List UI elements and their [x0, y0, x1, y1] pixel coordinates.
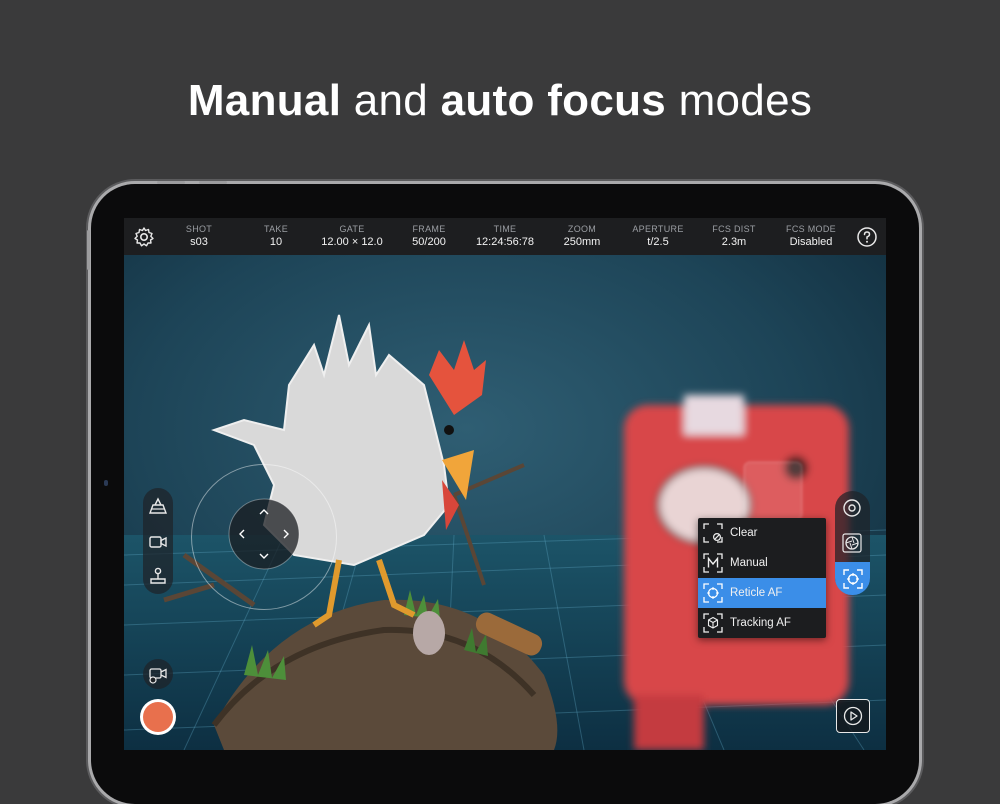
focus-mode-menu: Clear Manual Reticle AF Tracking AF	[698, 518, 826, 638]
tracking-af-icon	[703, 613, 723, 633]
stat-take: TAKE 10	[238, 224, 314, 249]
stat-shot-label: SHOT	[185, 224, 213, 234]
stat-focus-distance: FCS DIST 2.3m	[696, 224, 772, 249]
focus-reticle-icon	[842, 568, 863, 589]
menu-item-tracking-af[interactable]: Tracking AF	[698, 608, 826, 638]
camera-settings-icon	[149, 668, 167, 684]
gear-icon[interactable]	[132, 225, 156, 249]
stat-zoom-label: ZOOM	[567, 224, 597, 234]
play-icon	[843, 706, 863, 726]
power-button	[87, 230, 90, 270]
stat-shot: SHOT s03	[161, 224, 237, 249]
stat-time: TIME 12:24:56:78	[467, 224, 543, 249]
record-button-fill	[143, 702, 173, 732]
aperture-icon	[842, 533, 862, 553]
reticle-af-icon	[703, 583, 723, 603]
stat-focus-mode: FCS MODE Disabled	[773, 224, 849, 249]
joystick-button[interactable]	[144, 562, 172, 590]
stat-aperture-value: t/2.5	[647, 236, 669, 248]
stat-shot-value: s03	[190, 236, 208, 248]
joystick-knob[interactable]	[228, 498, 300, 570]
stat-time-label: TIME	[493, 224, 517, 234]
status-bar: SHOT s03 TAKE 10 GATE 12.00 × 12.0 FRAME…	[124, 218, 886, 255]
headline-text-2: modes	[666, 76, 813, 125]
headline-text-1: and	[341, 76, 441, 125]
scene-icon	[148, 497, 168, 514]
target-icon	[843, 499, 861, 517]
menu-item-label: Tracking AF	[730, 617, 791, 629]
stat-time-value: 12:24:56:78	[475, 236, 535, 248]
stat-zoom: ZOOM 250mm	[544, 224, 620, 249]
headline-bold-1: Manual	[187, 76, 342, 125]
stat-focus-distance-label: FCS DIST	[712, 224, 756, 234]
stat-zoom-value: 250mm	[563, 236, 601, 248]
reticle-indicator	[743, 461, 803, 521]
focus-target-button[interactable]	[838, 494, 866, 522]
menu-item-manual[interactable]: Manual	[698, 548, 826, 578]
headline: Manual and auto focus modes	[0, 76, 1000, 126]
headline-bold-2: auto focus	[440, 76, 667, 125]
stat-gate: GATE 12.00 × 12.0	[314, 224, 390, 249]
help-icon[interactable]	[855, 225, 879, 249]
menu-item-reticle-af[interactable]: Reticle AF	[698, 578, 826, 608]
stat-frame-label: FRAME	[412, 224, 446, 234]
menu-item-label: Manual	[730, 557, 768, 569]
aperture-button[interactable]	[838, 529, 866, 557]
lens-select-button[interactable]	[144, 492, 172, 520]
stat-focus-mode-value: Disabled	[789, 236, 833, 248]
playback-button[interactable]	[836, 699, 870, 733]
menu-item-clear[interactable]: Clear	[698, 518, 826, 548]
stat-aperture-label: APERTURE	[632, 224, 684, 234]
stat-focus-distance-value: 2.3m	[721, 236, 747, 248]
stat-frame: FRAME 50/200	[391, 224, 467, 249]
joystick-icon	[150, 567, 166, 584]
focus-mode-button[interactable]	[835, 562, 870, 595]
stat-take-value: 10	[269, 236, 283, 248]
video-camera-icon	[149, 536, 167, 548]
stat-frame-value: 50/200	[412, 236, 446, 248]
focus-clear-icon	[703, 523, 723, 543]
camera-dot	[104, 480, 108, 486]
stat-aperture: APERTURE t/2.5	[620, 224, 696, 249]
stat-gate-value: 12.00 × 12.0	[321, 236, 383, 248]
stat-take-label: TAKE	[263, 224, 289, 234]
volume-button-bottom	[199, 181, 227, 184]
volume-button-top	[157, 181, 185, 184]
focus-manual-icon	[703, 553, 723, 573]
camera-mode-button[interactable]	[144, 528, 172, 556]
menu-item-label: Clear	[730, 527, 758, 539]
stat-gate-label: GATE	[339, 224, 365, 234]
stat-focus-mode-label: FCS MODE	[786, 224, 836, 234]
app-screen: SHOT s03 TAKE 10 GATE 12.00 × 12.0 FRAME…	[124, 218, 886, 750]
menu-item-label: Reticle AF	[730, 587, 783, 599]
